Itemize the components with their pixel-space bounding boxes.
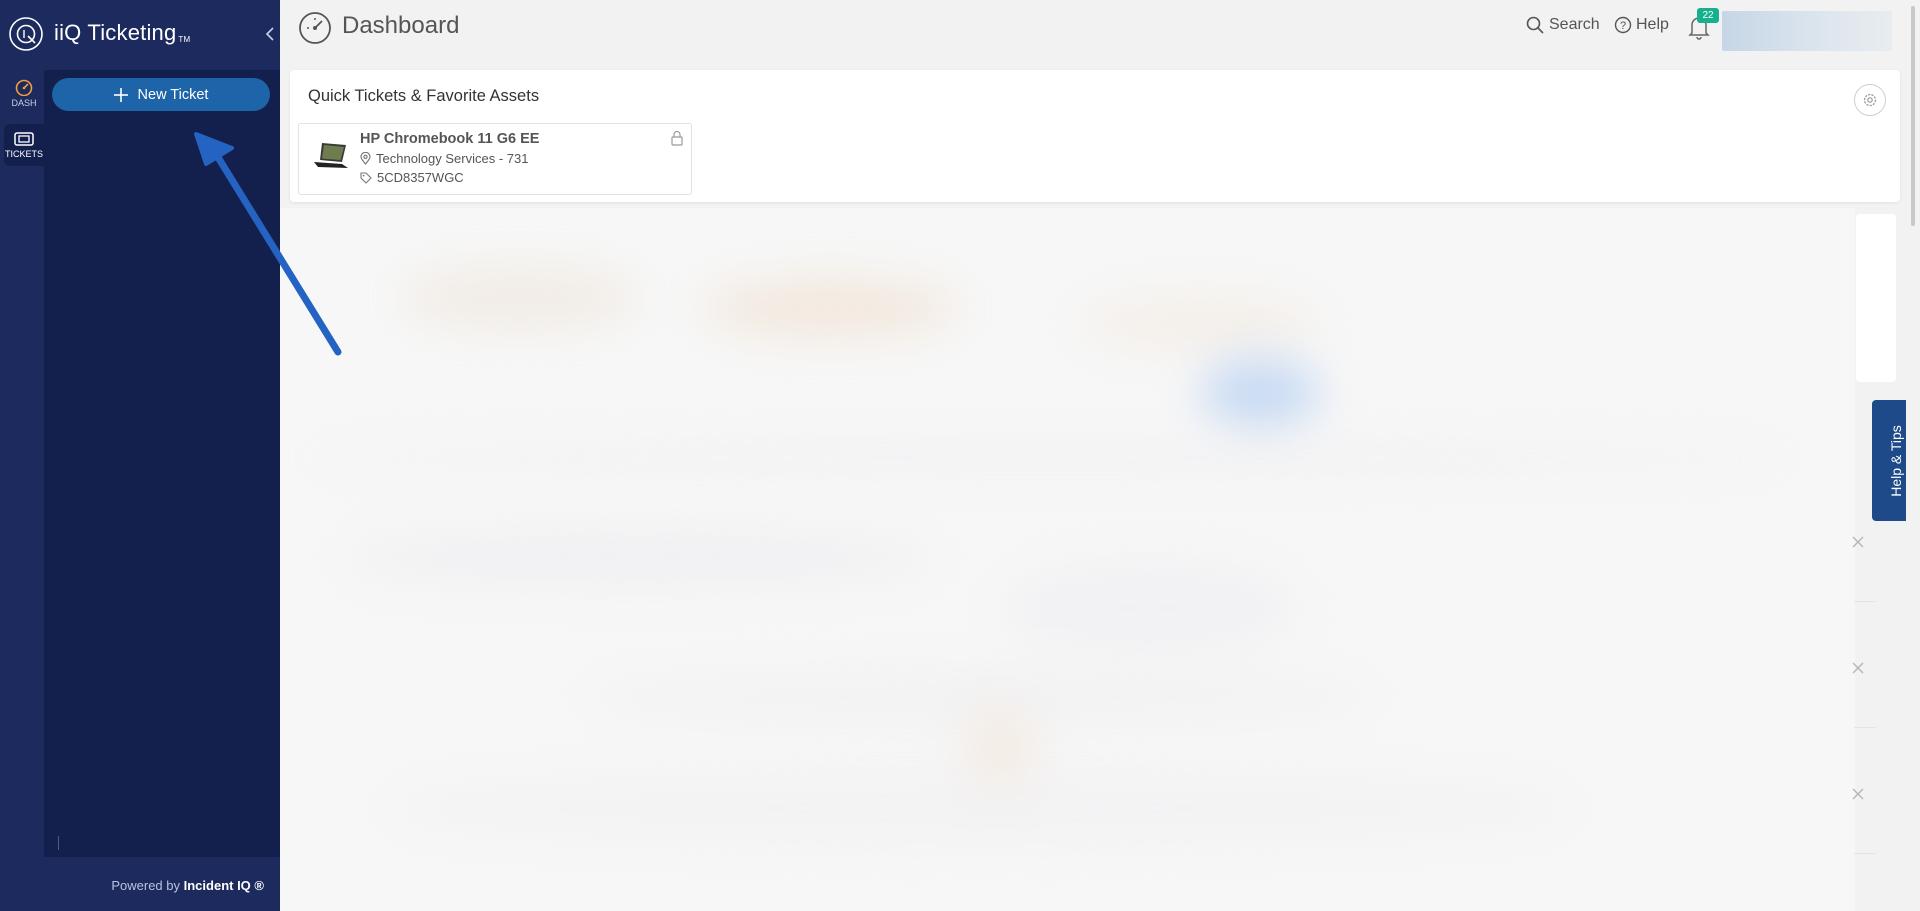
rail-item-dash[interactable]: DASH — [4, 72, 44, 114]
lock-icon[interactable] — [670, 130, 684, 146]
sidebar-panel — [44, 70, 280, 857]
card-title: Quick Tickets & Favorite Assets — [308, 87, 540, 105]
help-label: Help — [1636, 16, 1669, 33]
close-icon[interactable] — [1850, 660, 1866, 676]
map-pin-icon — [360, 152, 371, 165]
help-circle-icon: ? — [1614, 16, 1632, 34]
dashboard-gauge-icon — [15, 79, 33, 96]
help-button[interactable]: ? Help — [1614, 16, 1669, 34]
powered-brand: Incident IQ ® — [183, 878, 264, 893]
dashboard-gauge-icon — [299, 12, 331, 44]
close-icon[interactable] — [1850, 534, 1866, 550]
close-icon[interactable] — [1850, 786, 1866, 802]
rail-item-label: TICKETS — [4, 149, 43, 159]
asset-tag: 5CD8357WGC — [360, 170, 464, 185]
collapse-sidebar-icon[interactable] — [262, 24, 278, 44]
ticket-icon — [14, 132, 34, 146]
rail-item-label: DASH — [11, 98, 37, 108]
search-label: Search — [1549, 16, 1600, 33]
blurred-card-edge — [1856, 214, 1896, 382]
blurred-dashboard-content — [280, 208, 1855, 911]
svg-text:?: ? — [1620, 20, 1626, 32]
asset-location: Technology Services - 731 — [360, 151, 528, 166]
iiq-logo-icon[interactable] — [8, 16, 44, 52]
sidebar-divider — [58, 836, 59, 850]
help-tips-label: Help & Tips — [1888, 424, 1904, 497]
plus-icon — [113, 87, 128, 102]
search-icon — [1526, 16, 1544, 34]
asset-location-text: Technology Services - 731 — [376, 151, 529, 166]
brand-name: iiQ Ticketing TM — [54, 20, 191, 45]
search-button[interactable]: Search — [1526, 16, 1600, 34]
new-ticket-label: New Ticket — [137, 86, 209, 103]
powered-by: Powered by Incident IQ ® — [111, 878, 264, 893]
user-menu[interactable] — [1722, 11, 1892, 51]
brand-tm: TM — [178, 35, 191, 44]
page-title: Dashboard — [342, 12, 460, 39]
divider — [1854, 601, 1876, 602]
tag-icon — [360, 171, 372, 184]
rail-item-tickets[interactable]: TICKETS — [4, 124, 44, 166]
new-ticket-button[interactable]: New Ticket — [52, 78, 270, 111]
laptop-icon — [314, 143, 348, 168]
notification-badge: 22 — [1697, 8, 1719, 23]
asset-tag-text: 5CD8357WGC — [377, 170, 464, 185]
divider — [1854, 853, 1876, 854]
card-settings-button[interactable] — [1854, 84, 1886, 116]
gear-icon — [1863, 93, 1877, 107]
divider — [1854, 727, 1876, 728]
asset-name: HP Chromebook 11 G6 EE — [360, 131, 540, 147]
scrollbar-thumb[interactable] — [1911, 6, 1915, 226]
